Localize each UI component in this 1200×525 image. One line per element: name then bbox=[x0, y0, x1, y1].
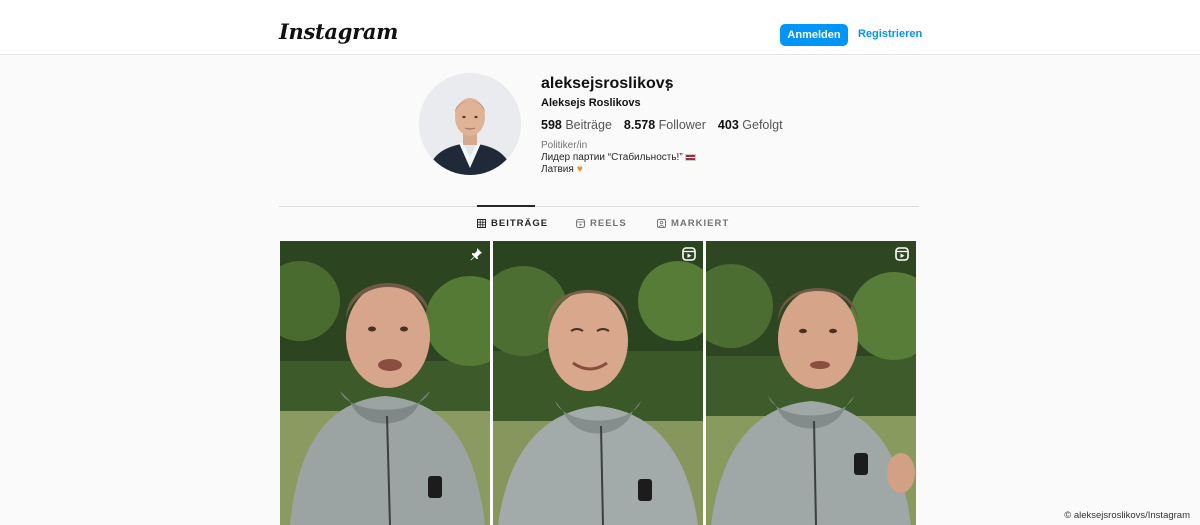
stat-followers-label: Follower bbox=[658, 118, 706, 132]
latvia-flag-icon bbox=[684, 154, 696, 161]
more-options-icon[interactable] bbox=[661, 76, 675, 94]
reel-icon bbox=[895, 247, 909, 261]
profile-username: aleksejsroslikovs bbox=[541, 75, 674, 92]
stat-posts-count: 598 bbox=[541, 118, 562, 132]
tab-posts-label: BEITRÄGE bbox=[491, 218, 549, 229]
stat-posts: 598 Beiträge bbox=[541, 118, 612, 132]
bio-line-2-text: Латвия bbox=[541, 164, 574, 175]
pin-icon bbox=[470, 248, 482, 261]
bio-line-1-text: Лидер партии “Стабильность!” bbox=[541, 152, 683, 163]
stat-followers[interactable]: 8.578 Follower bbox=[624, 118, 706, 132]
avatar-photo bbox=[419, 73, 521, 175]
image-credit: © aleksejsroslikovs/Instagram bbox=[1064, 510, 1190, 521]
post-thumbnail[interactable] bbox=[493, 241, 703, 525]
profile-category: Politiker/in bbox=[541, 140, 588, 151]
post-thumbnail[interactable] bbox=[706, 241, 916, 525]
grid-icon bbox=[477, 219, 486, 228]
tab-tagged-label: MARKIERT bbox=[671, 218, 730, 229]
profile-avatar[interactable] bbox=[419, 73, 521, 175]
stat-following-label: Gefolgt bbox=[742, 118, 783, 132]
stat-posts-label: Beiträge bbox=[565, 118, 612, 132]
instagram-logo[interactable]: Instagram bbox=[279, 19, 398, 44]
active-tab-indicator bbox=[477, 205, 535, 207]
post-photo bbox=[493, 241, 703, 525]
orange-heart-icon: ♥ bbox=[576, 164, 583, 175]
stat-following-count: 403 bbox=[717, 118, 739, 132]
tab-reels[interactable]: REELS bbox=[576, 218, 627, 229]
login-button[interactable]: Anmelden bbox=[780, 24, 848, 46]
profile-full-name: Aleksejs Roslikovs bbox=[541, 97, 641, 109]
tabs-divider bbox=[279, 206, 919, 207]
tab-tagged[interactable]: MARKIERT bbox=[657, 218, 729, 229]
stat-following[interactable]: 403 Gefolgt bbox=[718, 118, 783, 132]
tab-posts[interactable]: BEITRÄGE bbox=[477, 218, 548, 229]
post-photo bbox=[706, 241, 916, 525]
post-photo bbox=[280, 241, 490, 525]
stat-followers-count: 8.578 bbox=[623, 118, 656, 132]
bio-line-1: Лидер партии “Стабильность!” bbox=[541, 152, 696, 163]
bio-line-2: Латвия ♥ bbox=[541, 164, 583, 175]
register-link[interactable]: Registrieren bbox=[858, 28, 922, 40]
tagged-icon bbox=[657, 219, 666, 228]
reel-icon bbox=[682, 247, 696, 261]
reels-icon bbox=[576, 219, 585, 228]
tab-reels-label: REELS bbox=[590, 218, 627, 229]
top-nav-bar: Instagram Anmelden Registrieren bbox=[0, 0, 1200, 55]
post-thumbnail[interactable] bbox=[280, 241, 490, 525]
profile-stats: 598 Beiträge 8.578 Follower 403 Gefolgt bbox=[541, 118, 783, 132]
